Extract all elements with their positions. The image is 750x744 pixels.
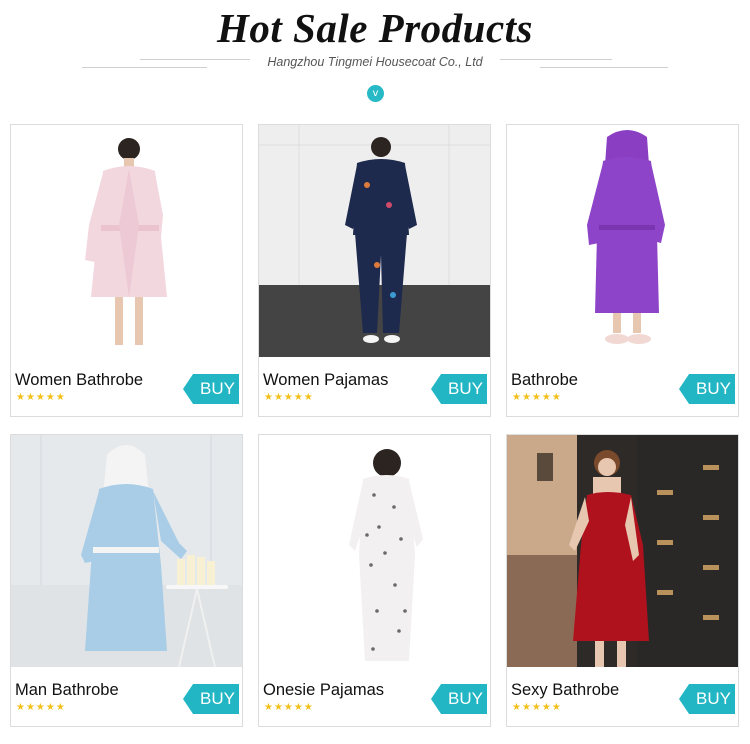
product-image[interactable] [507, 125, 738, 357]
rating-stars-icon: ★★★★★ [16, 702, 66, 713]
product-info: Bathrobe ★★★★★ BUY [507, 357, 738, 416]
divider-line [540, 67, 668, 68]
product-info: Man Bathrobe ★★★★★ BUY [11, 667, 242, 726]
product-name[interactable]: Women Pajamas [263, 371, 388, 390]
product-info: Women Pajamas ★★★★★ BUY [259, 357, 490, 416]
product-info: Women Bathrobe ★★★★★ BUY [11, 357, 242, 416]
product-card[interactable]: Bathrobe ★★★★★ BUY [506, 124, 739, 417]
product-name[interactable]: Bathrobe [511, 371, 578, 390]
product-card[interactable]: Onesie Pajamas ★★★★★ BUY [258, 434, 491, 727]
product-image[interactable] [259, 125, 490, 357]
buy-button[interactable]: BUY [183, 684, 239, 714]
product-name[interactable]: Onesie Pajamas [263, 681, 384, 700]
product-info: Sexy Bathrobe ★★★★★ BUY [507, 667, 738, 726]
chevron-down-icon[interactable]: v [367, 85, 384, 102]
product-image[interactable] [507, 435, 738, 667]
product-card[interactable]: Women Bathrobe ★★★★★ BUY [10, 124, 243, 417]
section-header: Hot Sale Products Hangzhou Tingmei House… [0, 0, 750, 110]
rating-stars-icon: ★★★★★ [512, 392, 562, 403]
divider-line [500, 59, 612, 60]
buy-button[interactable]: BUY [431, 374, 487, 404]
product-image[interactable] [259, 435, 490, 667]
product-info: Onesie Pajamas ★★★★★ BUY [259, 667, 490, 726]
rating-stars-icon: ★★★★★ [512, 702, 562, 713]
buy-button[interactable]: BUY [183, 374, 239, 404]
buy-button[interactable]: BUY [679, 374, 735, 404]
product-card[interactable]: Women Pajamas ★★★★★ BUY [258, 124, 491, 417]
product-name[interactable]: Man Bathrobe [15, 681, 119, 700]
product-card[interactable]: Sexy Bathrobe ★★★★★ BUY [506, 434, 739, 727]
product-image[interactable] [11, 125, 242, 357]
product-name[interactable]: Sexy Bathrobe [511, 681, 619, 700]
rating-stars-icon: ★★★★★ [264, 392, 314, 403]
product-card[interactable]: Man Bathrobe ★★★★★ BUY [10, 434, 243, 727]
product-name[interactable]: Women Bathrobe [15, 371, 143, 390]
rating-stars-icon: ★★★★★ [264, 702, 314, 713]
section-title: Hot Sale Products [216, 5, 534, 51]
product-image[interactable] [11, 435, 242, 667]
buy-button[interactable]: BUY [431, 684, 487, 714]
rating-stars-icon: ★★★★★ [16, 392, 66, 403]
buy-button[interactable]: BUY [679, 684, 735, 714]
